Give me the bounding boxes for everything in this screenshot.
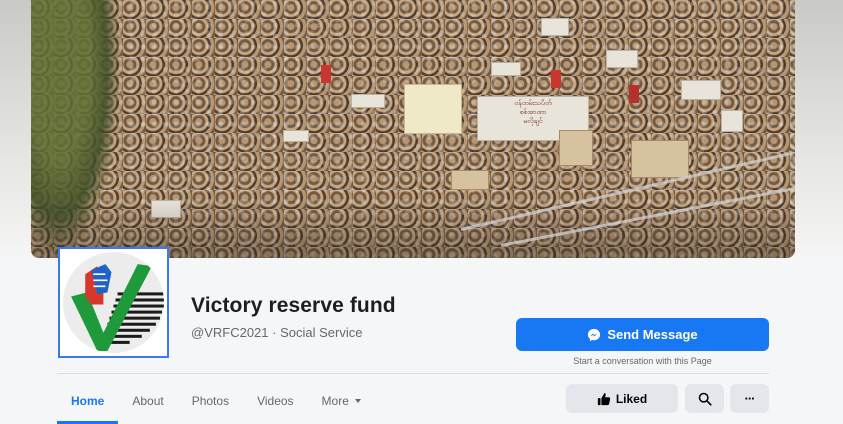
tab-home[interactable]: Home [57,378,119,424]
cover-poster [404,84,462,134]
more-options-button[interactable]: ··· [730,384,769,413]
tab-videos[interactable]: Videos [243,378,307,424]
cover-flag [629,85,639,103]
cover-sign [491,62,521,76]
thumbs-up-icon [597,392,610,405]
header-divider [57,373,769,374]
search-icon [698,392,712,406]
cover-banner-line: ဝန်ထမ်းသပိတ် [514,100,552,107]
send-message-hint: Start a conversation with this Page [573,356,712,366]
cover-sign [681,80,721,100]
send-message-button[interactable]: Send Message [516,318,769,351]
tab-label: Photos [191,394,230,408]
tab-more[interactable]: More [308,378,375,424]
cover-sign [721,110,743,132]
cover-banner-line: စစ်အာဏာ [519,109,547,116]
cover-flag [551,70,561,88]
page-handle[interactable]: @VRFC2021 [191,325,269,340]
cover-sign [559,130,593,166]
liked-label: Liked [615,391,648,406]
tab-photos[interactable]: Photos [178,378,243,424]
page-title: Victory reserve fund [191,294,396,317]
caret-down-icon [354,399,361,403]
cover-photo[interactable]: ဝန်ထမ်းသပိတ် စစ်အာဏာ မလိုချင် [31,0,795,258]
cover-sign [541,18,569,36]
tab-label: About [132,394,164,408]
cover-sign [351,94,385,108]
page-category[interactable]: Social Service [280,325,362,340]
send-message-label: Send Message [607,327,698,342]
page-tabs: Home About Photos Videos More [57,378,375,424]
search-button[interactable] [685,384,724,413]
messenger-icon [588,328,601,341]
cover-sign [631,140,689,178]
tab-label: More [321,394,349,408]
cover-banner-line: မလိုချင် [523,118,543,125]
page-subtitle: @VRFC2021 · Social Service [191,325,362,340]
tab-label: Videos [257,394,294,408]
tab-about[interactable]: About [118,378,177,424]
cover-sign [451,170,489,190]
profile-picture[interactable] [63,252,164,353]
victory-fund-logo [63,252,164,353]
cover-flag [321,65,331,83]
subtitle-separator: · [268,325,281,340]
tab-label: Home [71,394,105,408]
ellipsis-icon: ··· [744,391,756,406]
cover-sign [283,130,309,142]
profile-picture-frame[interactable] [58,247,169,358]
cover-sign [606,50,638,68]
liked-button[interactable]: Liked [566,384,678,413]
